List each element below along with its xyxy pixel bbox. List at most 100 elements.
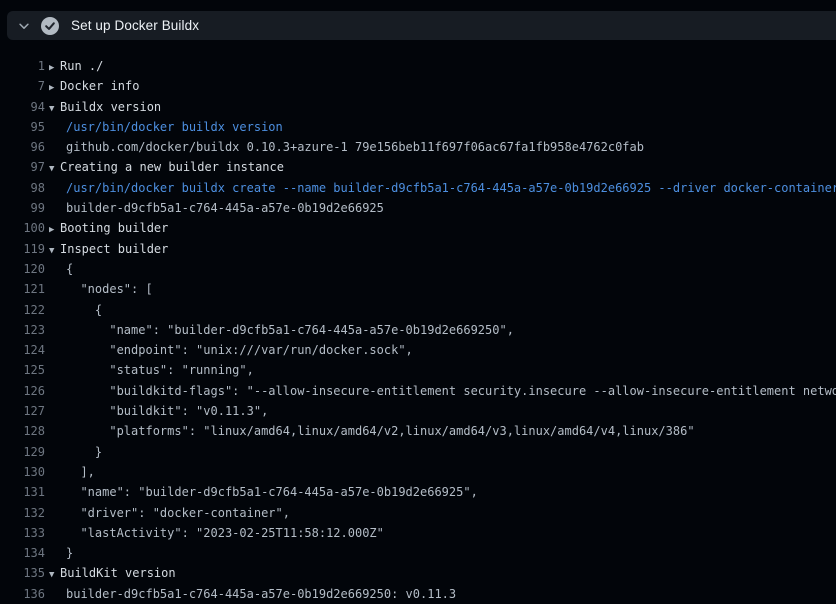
- log-line: 123 "name": "builder-d9cfb5a1-c764-445a-…: [0, 320, 836, 340]
- log-line[interactable]: 97▼Creating a new builder instance: [0, 157, 836, 177]
- line-text: "lastActivity": "2023-02-25T11:58:12.000…: [66, 526, 384, 540]
- log-line: 133 "lastActivity": "2023-02-25T11:58:12…: [0, 523, 836, 543]
- log-line: 122 {: [0, 300, 836, 320]
- line-number-link[interactable]: 1: [0, 56, 45, 76]
- output-text: builder-d9cfb5a1-c764-445a-a57e-0b19d2e6…: [45, 198, 836, 218]
- line-number-link[interactable]: 95: [0, 117, 45, 137]
- line-text: "endpoint": "unix:///var/run/docker.sock…: [66, 343, 413, 357]
- line-text: {: [66, 262, 73, 276]
- log-line: 96 github.com/docker/buildx 0.10.3+azure-…: [0, 137, 836, 157]
- log-line: 120 {: [0, 259, 836, 279]
- line-number-link[interactable]: 119: [0, 239, 45, 259]
- group-toggle[interactable]: ▶Run ./: [45, 56, 836, 76]
- group-collapsed-icon[interactable]: ▶: [49, 78, 60, 96]
- line-number-link[interactable]: 130: [0, 462, 45, 482]
- log: 1▶Run ./7▶Docker info94▼Buildx version95…: [0, 56, 836, 604]
- line-number-link[interactable]: 124: [0, 340, 45, 360]
- log-line[interactable]: 1▶Run ./: [0, 56, 836, 76]
- line-number-link[interactable]: 135: [0, 563, 45, 583]
- log-line[interactable]: 119▼Inspect builder: [0, 239, 836, 259]
- line-text: "name": "builder-d9cfb5a1-c764-445a-a57e…: [66, 323, 514, 337]
- log-line: 125 "status": "running",: [0, 360, 836, 380]
- line-text: Docker info: [60, 79, 139, 93]
- log-line: 124 "endpoint": "unix:///var/run/docker.…: [0, 340, 836, 360]
- log-line: 99builder-d9cfb5a1-c764-445a-a57e-0b19d2…: [0, 198, 836, 218]
- line-text: ],: [66, 465, 95, 479]
- line-number-link[interactable]: 128: [0, 421, 45, 441]
- log-line: 98/usr/bin/docker buildx create --name b…: [0, 178, 836, 198]
- log-line: 134}: [0, 543, 836, 563]
- line-number-link[interactable]: 126: [0, 381, 45, 401]
- line-number-link[interactable]: 134: [0, 543, 45, 563]
- chevron-down-icon[interactable]: [9, 11, 39, 40]
- output-text: {: [45, 259, 836, 279]
- log-line: 95/usr/bin/docker buildx version: [0, 117, 836, 137]
- line-text: "buildkitd-flags": "--allow-insecure-ent…: [66, 384, 836, 398]
- log-line[interactable]: 94▼Buildx version: [0, 97, 836, 117]
- log-line: 131 "name": "builder-d9cfb5a1-c764-445a-…: [0, 482, 836, 502]
- output-text: }: [45, 442, 836, 462]
- line-number-link[interactable]: 122: [0, 300, 45, 320]
- line-number-link[interactable]: 125: [0, 360, 45, 380]
- group-toggle[interactable]: ▶Docker info: [45, 76, 836, 96]
- output-text: "nodes": [: [45, 279, 836, 299]
- line-number-link[interactable]: 98: [0, 178, 45, 198]
- group-toggle[interactable]: ▶Booting builder: [45, 218, 836, 238]
- line-text: Buildx version: [60, 100, 161, 114]
- output-text: "platforms": "linux/amd64,linux/amd64/v2…: [45, 421, 836, 441]
- line-number-link[interactable]: 94: [0, 97, 45, 117]
- line-number-link[interactable]: 96: [0, 137, 45, 157]
- line-text: Creating a new builder instance: [60, 160, 284, 174]
- line-number-link[interactable]: 131: [0, 482, 45, 502]
- log-line: 130 ],: [0, 462, 836, 482]
- line-text: "name": "builder-d9cfb5a1-c764-445a-a57e…: [66, 485, 478, 499]
- line-text: "driver": "docker-container",: [66, 506, 290, 520]
- log-line: 127 "buildkit": "v0.11.3",: [0, 401, 836, 421]
- group-toggle[interactable]: ▼BuildKit version: [45, 563, 836, 583]
- group-toggle[interactable]: ▼Buildx version: [45, 97, 836, 117]
- line-text: {: [66, 303, 102, 317]
- group-collapsed-icon[interactable]: ▶: [49, 220, 60, 238]
- check-circle-icon: [41, 17, 59, 35]
- line-number-link[interactable]: 133: [0, 523, 45, 543]
- group-expanded-icon[interactable]: ▼: [49, 99, 60, 117]
- line-number-link[interactable]: 99: [0, 198, 45, 218]
- step-header[interactable]: Set up Docker Buildx: [7, 11, 836, 40]
- line-number-link[interactable]: 120: [0, 259, 45, 279]
- line-number-link[interactable]: 121: [0, 279, 45, 299]
- line-number-link[interactable]: 100: [0, 218, 45, 238]
- log-line: 121 "nodes": [: [0, 279, 836, 299]
- group-toggle[interactable]: ▼Inspect builder: [45, 239, 836, 259]
- output-text: "status": "running",: [45, 360, 836, 380]
- log-line[interactable]: 7▶Docker info: [0, 76, 836, 96]
- log-line: 132 "driver": "docker-container",: [0, 503, 836, 523]
- line-text: Booting builder: [60, 221, 168, 235]
- line-number-link[interactable]: 7: [0, 76, 45, 96]
- log-line: 126 "buildkitd-flags": "--allow-insecure…: [0, 381, 836, 401]
- output-text: "endpoint": "unix:///var/run/docker.sock…: [45, 340, 836, 360]
- actions-log-page: Set up Docker Buildx 1▶Run ./7▶Docker in…: [0, 0, 836, 604]
- group-expanded-icon[interactable]: ▼: [49, 159, 60, 177]
- line-number-link[interactable]: 129: [0, 442, 45, 462]
- line-number-link[interactable]: 97: [0, 157, 45, 177]
- line-number-link[interactable]: 132: [0, 503, 45, 523]
- line-text: BuildKit version: [60, 566, 176, 580]
- output-text: "buildkitd-flags": "--allow-insecure-ent…: [45, 381, 836, 401]
- line-text: }: [66, 546, 73, 560]
- output-text: {: [45, 300, 836, 320]
- group-collapsed-icon[interactable]: ▶: [49, 58, 60, 76]
- line-number-link[interactable]: 136: [0, 584, 45, 604]
- log-line: 129 }: [0, 442, 836, 462]
- output-text: "driver": "docker-container",: [45, 503, 836, 523]
- line-text: github.com/docker/buildx 0.10.3+azure-1 …: [66, 140, 644, 154]
- line-number-link[interactable]: 123: [0, 320, 45, 340]
- step-title: Set up Docker Buildx: [71, 18, 199, 33]
- output-text: "lastActivity": "2023-02-25T11:58:12.000…: [45, 523, 836, 543]
- group-toggle[interactable]: ▼Creating a new builder instance: [45, 157, 836, 177]
- log-line[interactable]: 135▼BuildKit version: [0, 563, 836, 583]
- command-text: /usr/bin/docker buildx create --name bui…: [45, 178, 836, 198]
- log-line[interactable]: 100▶Booting builder: [0, 218, 836, 238]
- group-expanded-icon[interactable]: ▼: [49, 565, 60, 583]
- group-expanded-icon[interactable]: ▼: [49, 241, 60, 259]
- line-number-link[interactable]: 127: [0, 401, 45, 421]
